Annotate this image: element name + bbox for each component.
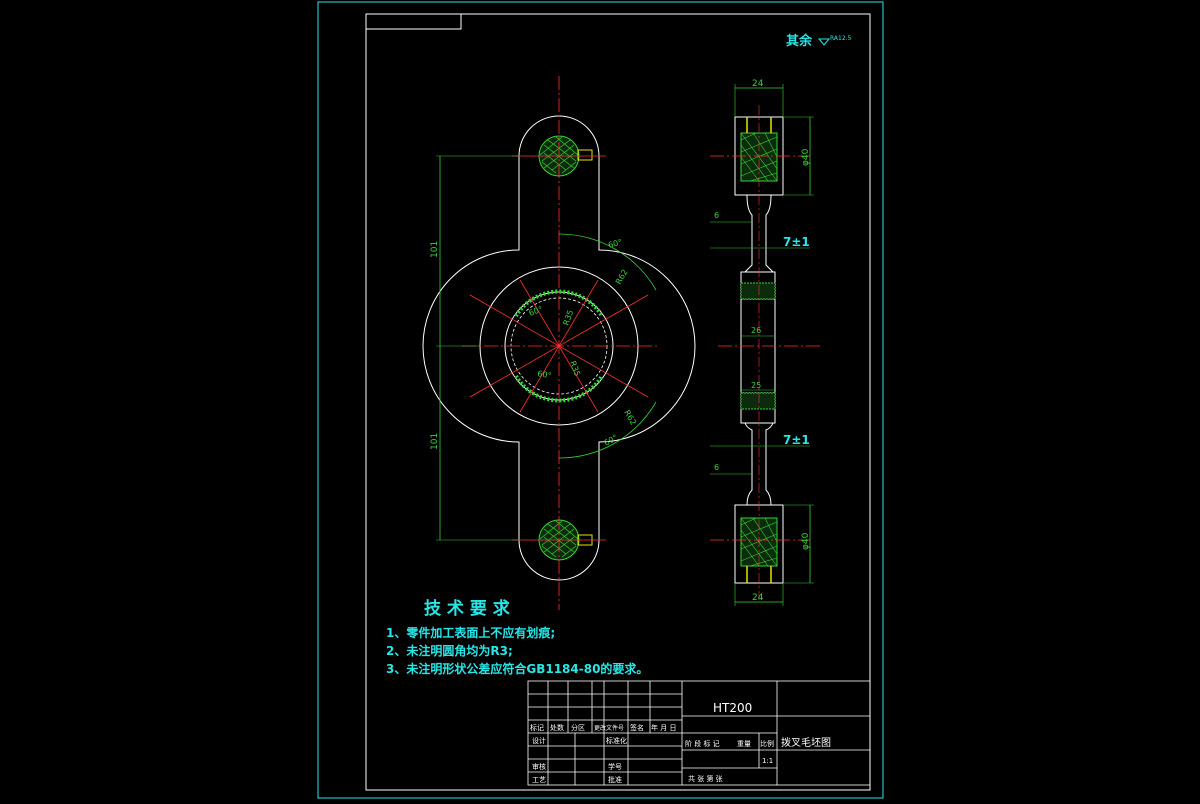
roughness-symbol-icon [817, 38, 831, 46]
row-label: 学号 [608, 762, 622, 771]
header-col-label: 处数 [550, 723, 564, 732]
sheet-info: 共 张 第 张 [688, 774, 723, 783]
angle-top-label: 60° [607, 238, 623, 250]
web-lower-label: 6 [714, 463, 719, 472]
dia-bottom-label: φ40 [801, 532, 811, 550]
title-block [527, 680, 871, 786]
front-view: 101 101 60° 60° 60° 60° R62 R62 R35 R35 [422, 76, 696, 610]
header-col-label: 标记 [530, 723, 544, 732]
header-col-label: 年 月 日 [651, 723, 676, 732]
tech-requirement-item: 3、未注明形状公差应符合GB1184-80的要求。 [386, 661, 648, 676]
radius-outer-upper-label: R62 [614, 268, 630, 286]
tech-requirement-item: 2、未注明圆角均为R3; [386, 643, 513, 658]
angle-inner-lower-label: 60° [537, 369, 553, 380]
stage-col-label: 重量 [737, 740, 751, 748]
tech-requirements-title: 技 术 要 求 [424, 598, 510, 619]
drawing-name: 拨叉毛坯图 [781, 736, 831, 749]
center-distance-lower: 101 [430, 433, 440, 450]
angle-arc-bottom [558, 401, 657, 459]
width-bottom-label: 24 [752, 593, 764, 603]
row-label: 批准 [608, 775, 622, 784]
row-label: 审核 [532, 762, 546, 771]
row-label: 标准化 [606, 736, 627, 745]
outer-border [317, 1, 884, 799]
stage-col-label: 阶 段 标 记 [685, 739, 720, 748]
cad-drawing-canvas: 其余 RA12.5 101 101 60° 60° 60° 60° R62 R6… [0, 0, 1200, 800]
header-col-label: 签名 [630, 723, 644, 732]
web-upper-label: 6 [714, 211, 719, 220]
stage-col-label: 比例 [760, 739, 774, 748]
scale-value: 1:1 [762, 757, 773, 765]
surface-finish-label: 其余 [786, 33, 813, 49]
hub-lower-label: 25 [751, 381, 761, 390]
header-col-label: 分区 [571, 723, 585, 732]
surface-finish-value: RA12.5 [830, 35, 852, 42]
side-hub-hatch-lower [740, 392, 776, 410]
radius-inner-upper-label: R35 [561, 309, 575, 327]
radius-outer-lower-label: R62 [622, 409, 638, 427]
thick-lower-label: 7±1 [783, 433, 810, 447]
row-label: 设计 [532, 736, 546, 745]
drawing-sheet: 其余 RA12.5 101 101 60° 60° 60° 60° R62 R6… [317, 1, 884, 799]
side-hub-hatch-upper [740, 282, 776, 300]
row-label: 工艺 [532, 776, 546, 784]
width-top-label: 24 [752, 79, 764, 89]
dia-top-label: φ40 [801, 148, 811, 166]
tech-requirement-item: 1、零件加工表面上不应有划痕; [386, 625, 555, 640]
material-label: HT200 [713, 701, 752, 715]
header-col-label: 更改文件号 [594, 724, 624, 732]
top-pin-hole [577, 149, 593, 161]
side-view: 24 24 φ40 φ40 6 6 7±1 7±1 26 25 [710, 79, 820, 606]
hub-upper-label: 26 [751, 326, 761, 335]
center-distance-upper: 101 [430, 241, 440, 258]
corner-label-box [365, 13, 462, 30]
thick-upper-label: 7±1 [783, 235, 810, 249]
radius-inner-lower-label: R35 [568, 360, 582, 378]
